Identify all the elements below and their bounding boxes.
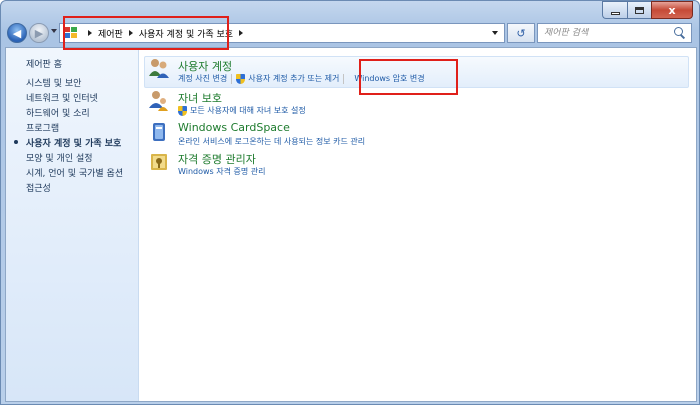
refresh-icon: ↺ <box>516 26 526 40</box>
address-dropdown-button[interactable] <box>486 24 504 42</box>
sidebar: 제어판 홈 시스템 및 보안 네트워크 및 인터넷 하드웨어 및 소리 프로그램… <box>6 48 139 401</box>
recent-pages-dropdown[interactable] <box>51 29 57 33</box>
sidebar-item-home[interactable]: 제어판 홈 <box>26 57 62 70</box>
sidebar-item-system-security[interactable]: 시스템 및 보안 <box>26 76 81 89</box>
close-button[interactable]: x <box>651 1 693 19</box>
caption-buttons: x <box>602 1 693 19</box>
uac-shield-icon <box>178 105 187 116</box>
link-add-remove-accounts[interactable]: 사용자 계정 추가 또는 제거 <box>248 73 339 84</box>
back-button[interactable]: ◀ <box>7 23 27 43</box>
chevron-down-icon <box>492 31 498 35</box>
link-separator <box>231 73 233 84</box>
sidebar-item-ease-of-access[interactable]: 접근성 <box>26 181 51 194</box>
credential-manager-icon <box>151 154 167 170</box>
control-panel-window: x ◀ ▶ 제어판 사용자 계정 및 가족 보호 ↺ 제어판 검색 제어판 홈 … <box>0 0 700 405</box>
breadcrumb-chevron-icon[interactable] <box>239 30 244 36</box>
arrow-left-icon: ◀ <box>12 26 22 40</box>
content-area: 제어판 홈 시스템 및 보안 네트워크 및 인터넷 하드웨어 및 소리 프로그램… <box>5 47 697 402</box>
category-title-cardspace[interactable]: Windows CardSpace <box>178 121 290 134</box>
highlight-box-breadcrumb <box>63 16 229 50</box>
sidebar-item-programs[interactable]: 프로그램 <box>26 121 59 134</box>
category-title-user-accounts[interactable]: 사용자 계정 <box>178 58 232 74</box>
sidebar-item-appearance[interactable]: 모양 및 개인 설정 <box>26 151 93 164</box>
link-separator <box>343 73 345 84</box>
refresh-button[interactable]: ↺ <box>507 23 535 43</box>
uac-shield-icon <box>236 73 246 84</box>
maximize-button[interactable] <box>627 1 651 19</box>
arrow-right-icon: ▶ <box>34 26 44 40</box>
link-manage-windows-credentials[interactable]: Windows 자격 증명 관리 <box>178 166 266 177</box>
maximize-icon <box>635 6 644 14</box>
active-bullet-icon <box>14 140 18 144</box>
cardspace-icon <box>153 123 165 141</box>
minimize-button[interactable] <box>602 1 627 19</box>
sidebar-item-user-accounts[interactable]: 사용자 계정 및 가족 보호 <box>26 136 121 149</box>
search-box[interactable] <box>537 23 692 43</box>
search-icon[interactable] <box>673 26 687 40</box>
category-links-cardspace: 온라인 서비스에 로그온하는 데 사용되는 정보 카드 관리 <box>178 136 365 147</box>
minimize-icon <box>610 11 620 15</box>
search-input[interactable] <box>538 28 673 38</box>
sidebar-item-clock-language[interactable]: 시계, 언어 및 국가별 옵션 <box>26 166 123 179</box>
parental-controls-icon <box>149 91 168 111</box>
category-title-parental-controls[interactable]: 자녀 보호 <box>178 90 222 106</box>
highlight-box-change-password <box>359 59 458 95</box>
link-change-picture[interactable]: 계정 사진 변경 <box>178 73 227 84</box>
link-manage-info-cards[interactable]: 온라인 서비스에 로그온하는 데 사용되는 정보 카드 관리 <box>178 136 365 147</box>
close-icon: x <box>668 3 676 17</box>
main-panel: 사용자 계정 계정 사진 변경 사용자 계정 추가 또는 제거 Windows … <box>140 48 696 401</box>
users-icon <box>149 59 169 78</box>
sidebar-item-network[interactable]: 네트워크 및 인터넷 <box>26 91 98 104</box>
category-title-credential-manager[interactable]: 자격 증명 관리자 <box>178 151 256 167</box>
category-links-parental-controls: 모든 사용자에 대해 자녀 보호 설정 <box>178 105 306 116</box>
category-links-credential-manager: Windows 자격 증명 관리 <box>178 166 266 177</box>
link-setup-parental-controls[interactable]: 모든 사용자에 대해 자녀 보호 설정 <box>190 105 306 116</box>
forward-button[interactable]: ▶ <box>29 23 49 43</box>
sidebar-item-hardware[interactable]: 하드웨어 및 소리 <box>26 106 90 119</box>
